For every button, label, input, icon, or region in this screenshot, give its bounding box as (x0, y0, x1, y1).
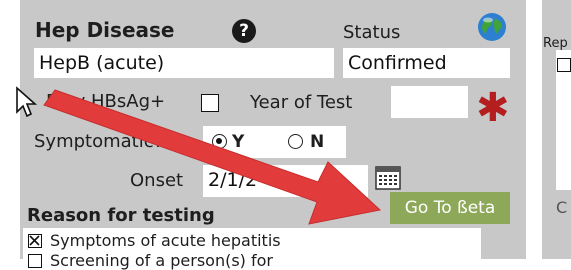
cursor-icon (16, 86, 38, 118)
red-arrow-icon (43, 89, 382, 225)
